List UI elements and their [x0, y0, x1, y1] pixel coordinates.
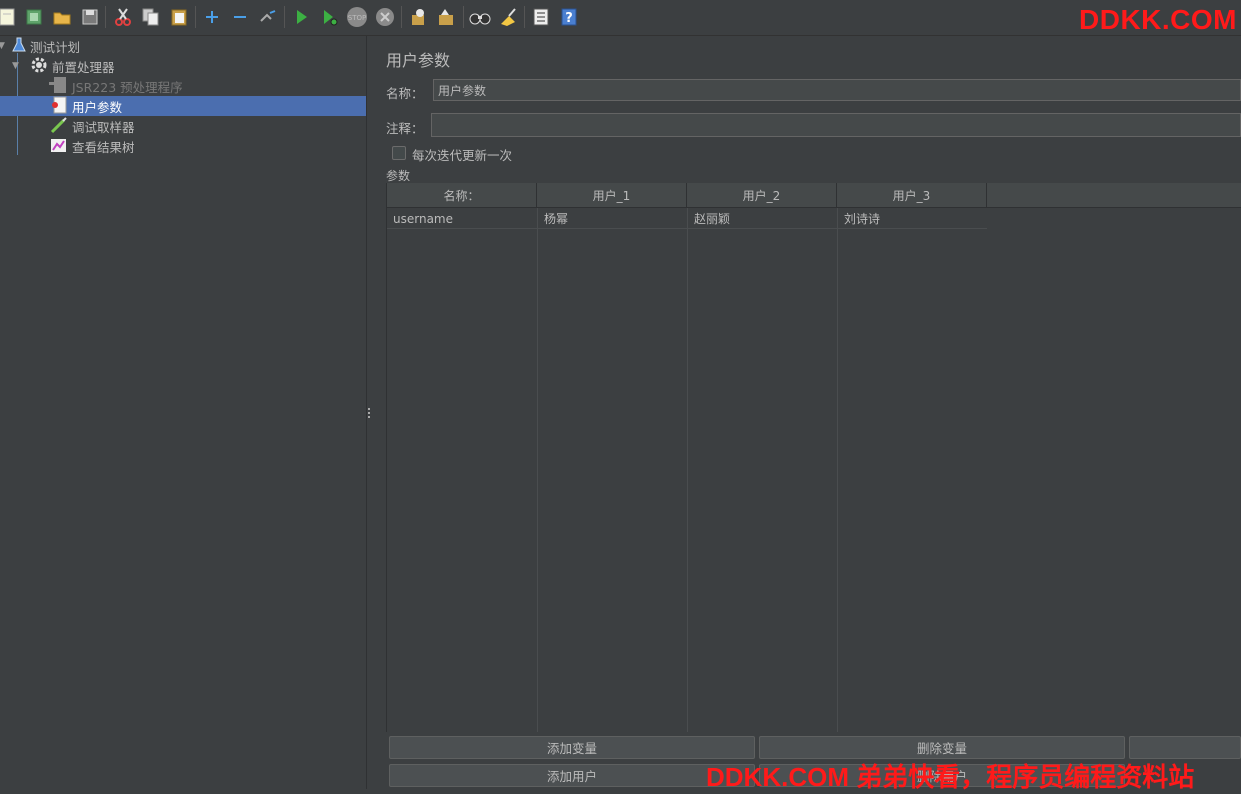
tree-item-label: 查看结果树: [72, 139, 135, 155]
tree-item-debug-sampler[interactable]: 调试取样器: [50, 116, 366, 136]
tree-item-jsr223[interactable]: JSR223 预处理程序: [48, 76, 366, 96]
user-params-icon: [50, 96, 68, 117]
name-input[interactable]: [433, 79, 1241, 101]
tree-item-view-results-tree[interactable]: 查看结果树: [50, 136, 366, 156]
column-header-name[interactable]: 名称：: [387, 183, 537, 208]
checkbox-label: 每次迭代更新一次: [412, 148, 513, 163]
shutdown-icon[interactable]: [374, 6, 396, 28]
toolbar: STOP ?: [0, 0, 1241, 36]
update-once-per-iteration-checkbox[interactable]: [392, 146, 406, 160]
test-plan-tree: ▼ 测试计划 ▼ 前置处理器 JSR223 预处理程序 用户参数 调试取样器 查…: [0, 36, 366, 789]
tree-item-test-plan[interactable]: ▼ 测试计划: [0, 36, 366, 56]
table-cell[interactable]: 刘诗诗: [838, 209, 987, 229]
toggle-icon[interactable]: [257, 6, 279, 28]
templates-icon[interactable]: [23, 6, 45, 28]
column-header-user-3[interactable]: 用户_3: [837, 183, 987, 208]
start-no-pause-icon[interactable]: [318, 6, 340, 28]
watermark-top: DDKK.COM: [1079, 4, 1237, 35]
flask-icon: [12, 37, 26, 56]
save-icon[interactable]: [79, 6, 101, 28]
collapse-arrow-icon[interactable]: ▼: [12, 61, 22, 71]
stop-icon[interactable]: STOP: [346, 6, 368, 28]
parameters-table: 名称： 用户_1 用户_2 用户_3 username 杨幂 赵丽颖 刘诗诗: [386, 183, 1241, 732]
reset-search-icon[interactable]: [497, 6, 519, 28]
copy-icon[interactable]: [140, 6, 162, 28]
pipette-icon: [50, 116, 68, 137]
user-parameters-panel: 用户参数 名称： 注释： 每次迭代更新一次 参数 名称： 用户_1 用户_2 用…: [371, 36, 1241, 789]
tree-item-label: 前置处理器: [52, 59, 115, 75]
gear-icon: [30, 56, 48, 77]
collapse-arrow-icon[interactable]: ▼: [0, 41, 8, 51]
svg-text:?: ?: [565, 11, 573, 26]
search-icon[interactable]: [469, 6, 491, 28]
add-user-button[interactable]: 添加用户: [389, 764, 755, 787]
cut-icon[interactable]: [112, 6, 134, 28]
comment-label: 注释：: [386, 121, 424, 136]
tree-item-label: 调试取样器: [72, 119, 135, 135]
table-cell[interactable]: 赵丽颖: [688, 209, 837, 229]
watermark-bottom: DDKK.COM 弟弟快看，程序员编程资料站: [706, 762, 1195, 792]
paste-icon[interactable]: [168, 6, 190, 28]
add-variable-button[interactable]: 添加变量: [389, 736, 755, 759]
start-icon[interactable]: [290, 6, 312, 28]
script-icon: [48, 76, 68, 97]
comment-input[interactable]: [431, 113, 1241, 137]
open-icon[interactable]: [51, 6, 73, 28]
column-header-empty: [987, 183, 1241, 208]
delete-variable-button[interactable]: 删除变量: [759, 736, 1125, 759]
help-icon[interactable]: ?: [558, 6, 580, 28]
tree-item-label: JSR223 预处理程序: [72, 79, 183, 95]
column-header-user-1[interactable]: 用户_1: [537, 183, 687, 208]
tree-item-label: 测试计划: [30, 39, 81, 55]
extra-button[interactable]: [1129, 736, 1241, 759]
panel-title: 用户参数: [386, 51, 451, 70]
new-icon[interactable]: [0, 6, 18, 28]
params-label: 参数: [386, 169, 411, 183]
name-label: 名称：: [386, 86, 424, 101]
function-helper-icon[interactable]: [530, 6, 552, 28]
tree-item-label: 用户参数: [72, 99, 123, 115]
column-header-user-2[interactable]: 用户_2: [687, 183, 837, 208]
clear-icon[interactable]: [407, 6, 429, 28]
tree-item-preprocessors[interactable]: ▼ 前置处理器: [12, 56, 366, 76]
tree-item-user-parameters[interactable]: 用户参数: [0, 96, 366, 116]
collapse-icon[interactable]: [229, 6, 251, 28]
table-cell[interactable]: username: [387, 209, 537, 229]
expand-icon[interactable]: [201, 6, 223, 28]
chart-icon: [50, 136, 68, 157]
svg-text:STOP: STOP: [348, 14, 366, 22]
table-cell[interactable]: 杨幂: [538, 209, 687, 229]
clear-all-icon[interactable]: [435, 6, 457, 28]
